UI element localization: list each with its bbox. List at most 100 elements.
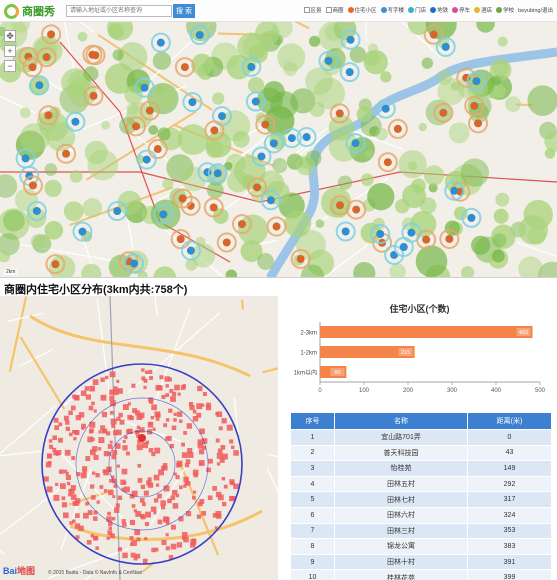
marker-dot (47, 30, 56, 39)
heat-blob (495, 192, 510, 207)
center-pin-icon (138, 434, 146, 442)
residential-dot (109, 400, 116, 407)
col-name-header[interactable]: 名称 (334, 412, 468, 430)
layer-toggle-office[interactable]: 写字楼 (380, 6, 404, 14)
search-input[interactable] (66, 5, 172, 17)
marker-dot (302, 133, 311, 142)
table-row[interactable]: 2 普天科技园 43 (290, 444, 552, 462)
residential-dot (74, 523, 81, 529)
marker-dot (422, 235, 431, 244)
layer-toggle-hotel[interactable]: 酒店 (474, 6, 492, 14)
app-logo[interactable]: 商圈秀 (4, 3, 55, 19)
residential-dot (117, 547, 123, 552)
table-row[interactable]: 8 锦龙公寓 383 (290, 538, 552, 555)
user-link[interactable]: beyubing/退出 (518, 6, 553, 14)
residential-dot (63, 415, 69, 421)
heat-blob (191, 243, 216, 268)
residential-dot (184, 462, 190, 468)
residential-dot (92, 379, 99, 386)
residential-dot (123, 481, 127, 485)
heat-blob (518, 215, 549, 245)
residential-dot (173, 418, 177, 422)
residential-dot (165, 384, 169, 388)
residential-dot (148, 369, 153, 375)
residential-dot (93, 510, 98, 515)
residential-dot (46, 486, 53, 493)
row-distance: 399 (467, 569, 552, 580)
marker-dot (429, 30, 438, 39)
residential-dot (192, 416, 199, 422)
layer-toggle-parking[interactable]: 停车 (452, 6, 470, 14)
residential-dot (71, 519, 76, 524)
heat-blob (212, 92, 225, 105)
marker-dot (176, 235, 185, 244)
metro-icon (430, 7, 437, 13)
zoom-in-button[interactable]: + (4, 45, 16, 57)
residential-dot (180, 385, 186, 390)
table-row[interactable]: 1 宜山路701弄 0 (290, 429, 552, 446)
residential-dot (104, 489, 108, 493)
marker-dot (253, 183, 262, 192)
table-row[interactable]: 10 桂林花苑 399 (290, 569, 552, 580)
residential-dot (53, 494, 60, 501)
residential-dot (127, 402, 131, 406)
residential-dot (93, 409, 97, 413)
layer-toggle-metro[interactable]: 地铁 (430, 6, 448, 14)
residential-dot (161, 539, 167, 546)
heatmap-map[interactable] (0, 22, 557, 278)
residential-dot (72, 501, 78, 506)
marker-dot (472, 77, 481, 86)
residential-dot (46, 453, 53, 459)
layer-toggle-residential[interactable]: 住宅小区 (347, 6, 377, 14)
checkbox-icon (303, 7, 310, 13)
residential-dot (208, 458, 213, 464)
heat-blob (360, 173, 374, 187)
zoom-out-button[interactable]: − (4, 60, 16, 72)
residential-dot (164, 517, 170, 523)
residential-dot (185, 510, 192, 517)
table-row[interactable]: 7 田林三村 353 (290, 522, 552, 540)
residential-dot (165, 533, 169, 537)
residential-distribution-map[interactable] (0, 296, 278, 580)
layer-toggle-store[interactable]: 门店 (408, 6, 426, 14)
marker-dot (188, 98, 197, 107)
layer-toggle-school[interactable]: 学校 (496, 6, 514, 14)
bar[interactable] (320, 326, 533, 338)
row-name: 普天科技园 (334, 444, 468, 462)
table-row[interactable]: 5 田林七村 317 (290, 491, 552, 508)
residential-dot (159, 375, 164, 380)
table-row[interactable]: 6 田林六村 324 (290, 506, 552, 524)
residential-dot (108, 526, 112, 531)
pan-icon[interactable]: ✥ (4, 30, 16, 42)
table-row[interactable]: 9 田林十村 391 (290, 553, 552, 571)
col-index-header[interactable]: 序号 (290, 412, 335, 430)
residential-dot (116, 379, 120, 383)
residential-dot (183, 430, 188, 435)
table-row[interactable]: 4 田林五村 292 (290, 475, 552, 493)
layer-toggle-business[interactable]: 商圈 (325, 6, 344, 14)
marker-dot (352, 205, 361, 214)
row-index: 2 (290, 444, 335, 462)
residential-dot (98, 430, 102, 434)
layer-toggle-district[interactable]: 区县 (303, 6, 322, 14)
marker-dot (195, 31, 204, 40)
search-button[interactable]: 搜 索 (173, 4, 195, 18)
center-marker[interactable] (138, 434, 146, 442)
parking-icon (452, 7, 459, 13)
table-row[interactable]: 3 怡桂苑 149 (290, 460, 552, 477)
marker-dot (376, 229, 385, 238)
residential-dot (215, 511, 222, 517)
col-distance-header[interactable]: 距离(米) (467, 412, 552, 430)
residential-dot (183, 476, 189, 483)
residential-dot (70, 494, 77, 500)
residential-dot (89, 484, 95, 489)
residential-dot (85, 394, 92, 400)
residential-dot (82, 512, 89, 519)
marker-dot (78, 227, 87, 236)
heat-blob (493, 208, 509, 224)
residential-dot (172, 503, 179, 509)
heat-blob (497, 36, 508, 47)
residential-dot (73, 437, 77, 441)
marker-dot (467, 213, 476, 222)
heat-blob (206, 181, 224, 199)
